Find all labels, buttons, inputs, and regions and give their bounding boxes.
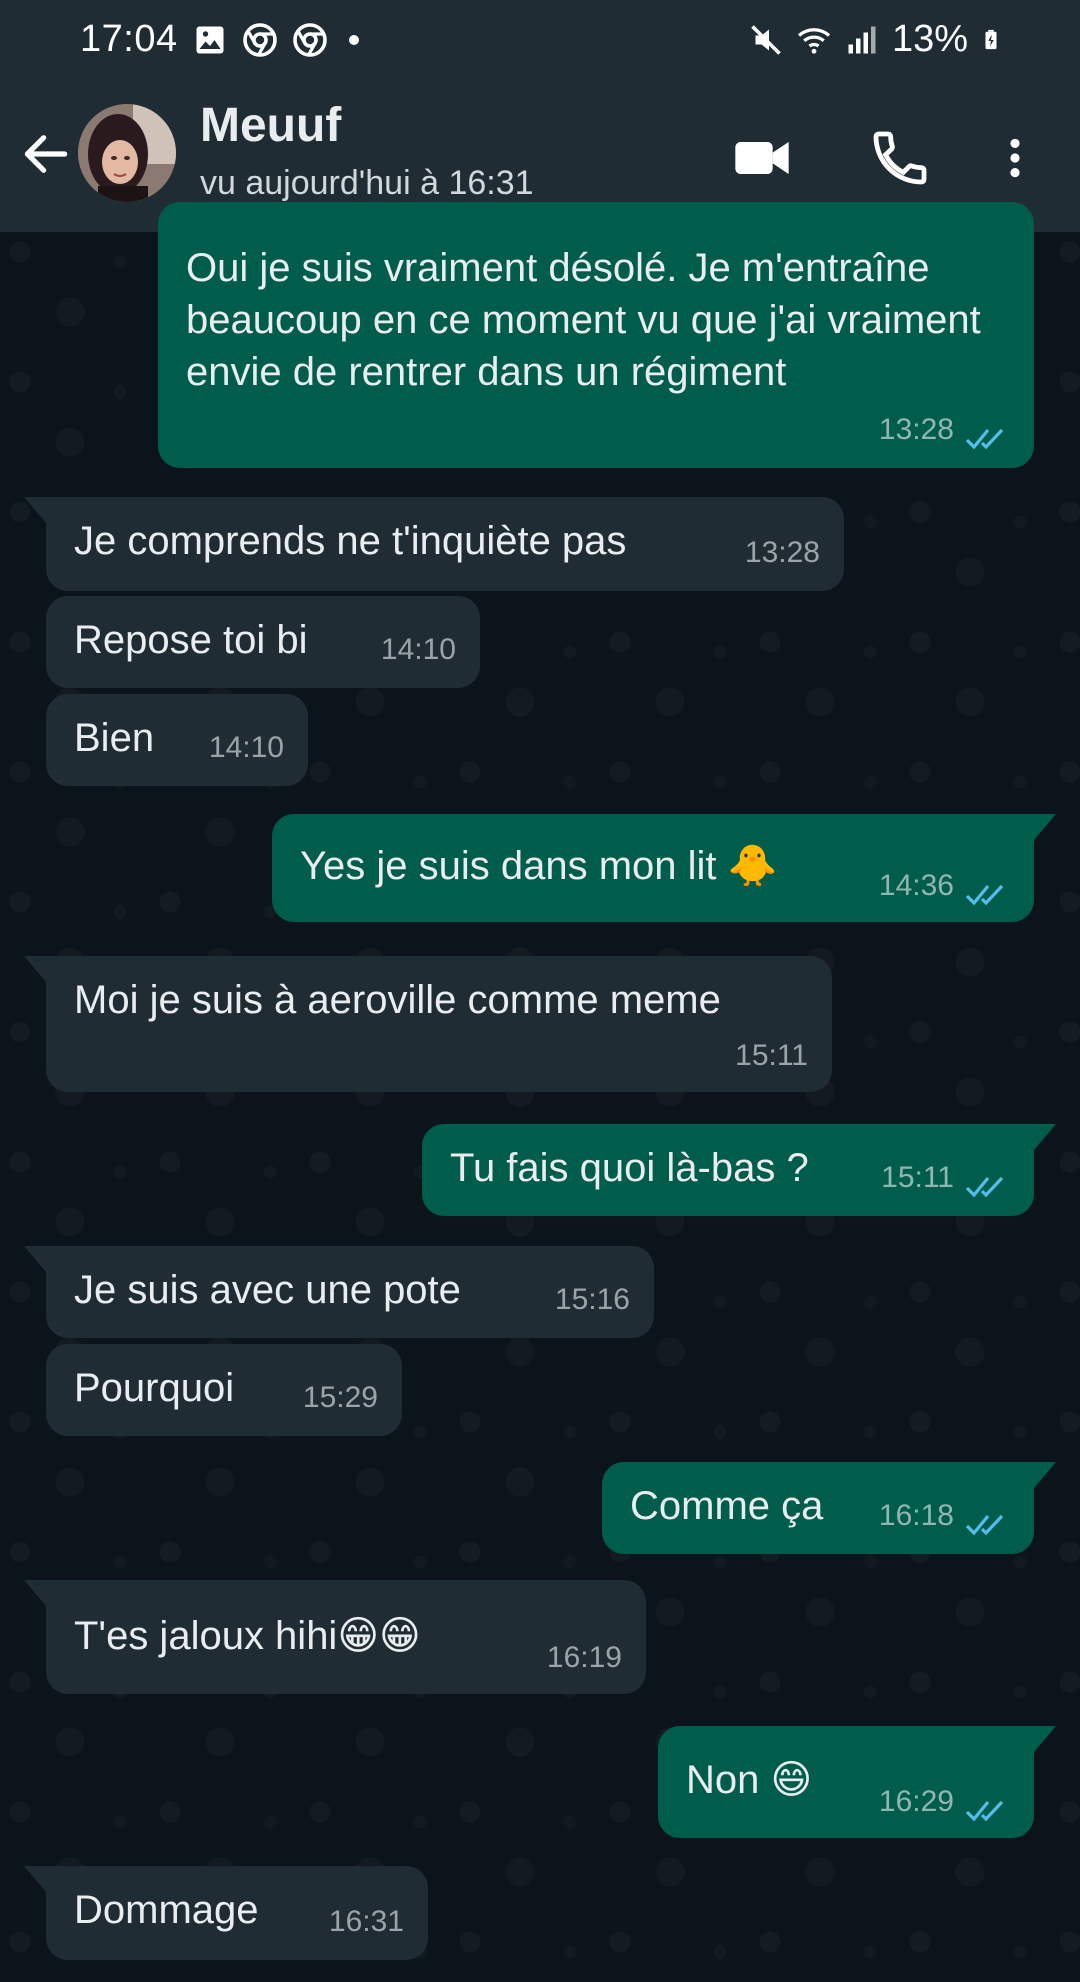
read-ticks-icon — [965, 884, 1004, 906]
message-text: Pourquoi — [74, 1366, 235, 1410]
message-incoming[interactable]: Bien 14:10 — [46, 694, 308, 786]
battery-percent: 13% — [891, 18, 968, 60]
dot-icon — [348, 34, 359, 45]
message-text: Comme ça — [630, 1484, 824, 1528]
contact-name[interactable]: Meuuf — [200, 98, 341, 153]
message-text: Je comprends ne t'inquiète pas — [74, 519, 627, 563]
message-text: Yes je suis dans mon lit 🐥 — [300, 844, 778, 888]
gallery-icon — [196, 26, 224, 53]
message-time: 14:10 — [380, 633, 456, 666]
status-right: 13% — [748, 18, 1002, 61]
message-outgoing[interactable]: Oui je suis vraiment désolé. Je m'entraî… — [158, 202, 1034, 468]
read-ticks-icon — [965, 1176, 1004, 1198]
message-text: Dommage — [74, 1888, 259, 1932]
read-ticks-icon — [965, 1514, 1004, 1536]
message-incoming[interactable]: Pourquoi 15:29 — [46, 1344, 402, 1436]
last-seen-status[interactable]: vu aujourd'hui à 16:31 — [200, 164, 534, 203]
message-time: 13:28 — [878, 413, 954, 446]
message-time: 15:11 — [735, 1039, 808, 1072]
message-text: Oui je suis vraiment désolé. Je m'entraî… — [186, 246, 981, 394]
message-incoming[interactable]: Dommage 16:31 — [24, 1866, 428, 1960]
message-incoming[interactable]: T'es jaloux hihi😁😁 16:19 — [24, 1580, 646, 1694]
avatar-image — [78, 104, 176, 202]
message-text: Non 😄 — [686, 1758, 813, 1802]
message-text: Tu fais quoi là-bas ? — [450, 1146, 809, 1190]
message-text: T'es jaloux hihi😁😁 — [74, 1614, 421, 1658]
message-time: 16:29 — [878, 1785, 954, 1818]
message-time: 13:28 — [744, 536, 820, 569]
chrome-icon — [242, 22, 277, 57]
mute-icon — [751, 24, 781, 55]
message-outgoing[interactable]: Yes je suis dans mon lit 🐥 14:36 — [272, 814, 1056, 922]
avatar[interactable] — [78, 104, 176, 202]
message-outgoing[interactable]: Comme ça 16:18 — [602, 1462, 1056, 1554]
message-text: Je suis avec une pote — [74, 1268, 461, 1312]
status-bar: 17:04 13% — [0, 0, 1080, 90]
message-text: Moi je suis à aeroville comme meme — [74, 978, 721, 1022]
message-time: 14:10 — [208, 731, 284, 764]
read-ticks-icon — [965, 1800, 1004, 1822]
message-text: Bien — [74, 716, 155, 760]
video-call-icon[interactable] — [730, 126, 794, 190]
status-left: 17:04 — [80, 18, 366, 61]
phone-icon[interactable] — [868, 126, 932, 190]
signal-icon — [848, 26, 876, 53]
message-list[interactable]: Oui je suis vraiment désolé. Je m'entraî… — [0, 202, 1080, 1982]
message-incoming[interactable]: Repose toi bi 14:10 — [46, 596, 480, 688]
message-incoming[interactable]: Je suis avec une pote 15:16 — [24, 1246, 654, 1338]
message-time: 15:29 — [302, 1381, 378, 1414]
message-time: 16:18 — [878, 1499, 954, 1532]
message-time: 14:36 — [878, 869, 954, 902]
message-incoming[interactable]: Je comprends ne t'inquiète pas 13:28 — [24, 497, 844, 591]
status-time: 17:04 — [80, 18, 178, 60]
message-incoming[interactable]: Moi je suis à aeroville comme meme 15:11 — [24, 956, 832, 1092]
chat-screen: 17:04 13% Meuuf vu aujourd'hui à 16:31 O… — [0, 0, 1080, 1982]
message-time: 16:31 — [328, 1905, 404, 1938]
read-ticks-icon — [965, 428, 1004, 450]
message-text: Repose toi bi — [74, 618, 308, 662]
message-time: 16:19 — [546, 1641, 622, 1674]
message-time: 15:11 — [881, 1161, 954, 1194]
battery-charging-icon — [985, 29, 997, 49]
message-outgoing[interactable]: Non 😄 16:29 — [658, 1726, 1056, 1838]
more-vert-icon[interactable] — [990, 126, 1040, 190]
chrome-icon — [292, 22, 327, 57]
message-outgoing[interactable]: Tu fais quoi là-bas ? 15:11 — [422, 1124, 1056, 1216]
back-arrow-icon[interactable] — [18, 126, 74, 182]
wifi-icon — [797, 27, 831, 54]
message-time: 15:16 — [554, 1283, 630, 1316]
